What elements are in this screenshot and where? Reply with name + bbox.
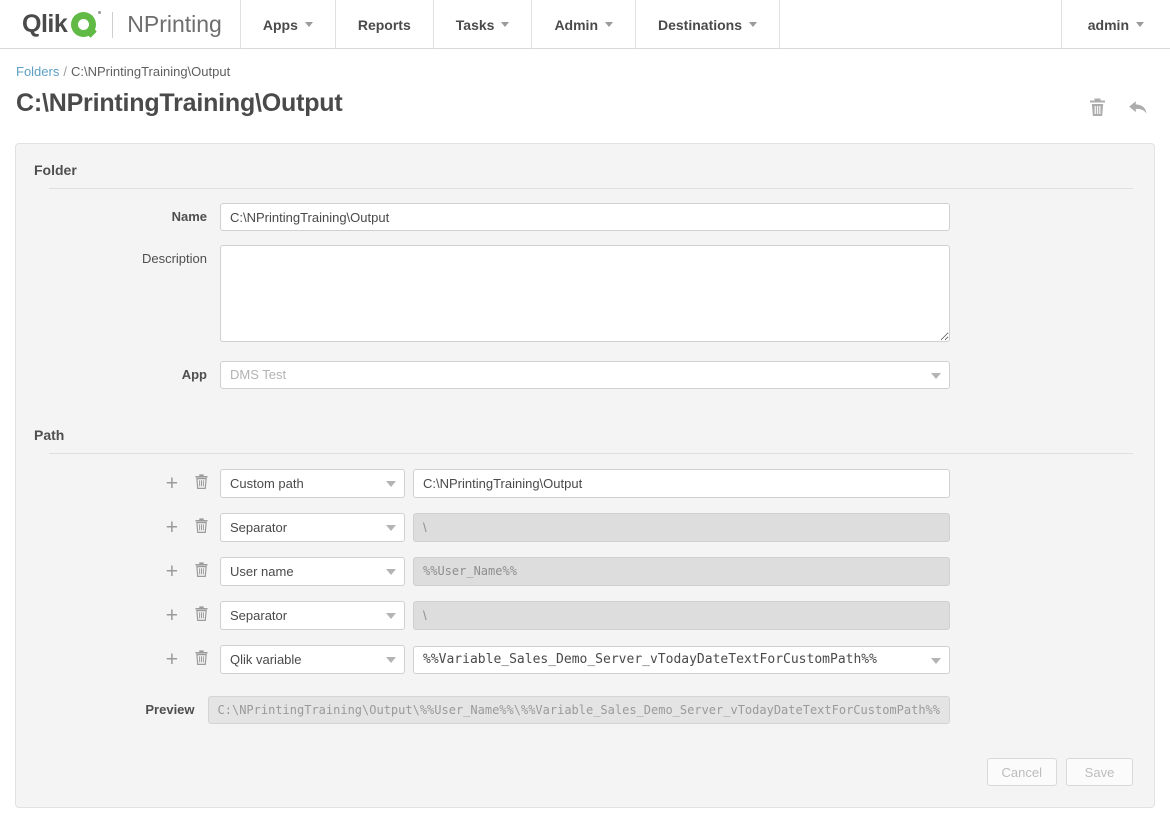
add-path-part-icon[interactable]: + <box>166 473 178 494</box>
name-input[interactable] <box>220 203 950 231</box>
path-value-readonly: \ <box>413 601 950 630</box>
field-row-app: App DMS Test <box>16 347 1154 389</box>
path-type-value: Separator <box>220 513 405 542</box>
path-type-select[interactable]: Separator <box>220 513 405 542</box>
name-label: Name <box>171 209 207 224</box>
path-row: + Separator \ <box>16 498 1154 542</box>
delete-path-part-icon[interactable] <box>195 649 208 670</box>
delete-path-part-icon[interactable] <box>195 561 208 582</box>
path-row: + Separator \ <box>16 586 1154 630</box>
path-variable-select[interactable]: %%Variable_Sales_Demo_Server_vTodayDateT… <box>413 645 950 674</box>
undo-icon[interactable] <box>1128 99 1148 122</box>
chevron-down-icon <box>304 22 313 27</box>
path-section-title: Path <box>34 427 65 443</box>
field-row-name: Name <box>16 189 1154 231</box>
cancel-button[interactable]: Cancel <box>986 758 1057 786</box>
path-type-value: User name <box>220 557 405 586</box>
path-variable-value: %%Variable_Sales_Demo_Server_vTodayDateT… <box>413 645 950 674</box>
nav-item-admin[interactable]: Admin <box>532 0 636 49</box>
user-menu[interactable]: admin <box>1062 0 1170 49</box>
path-type-value: Qlik variable <box>220 645 405 674</box>
delete-path-part-icon[interactable] <box>195 517 208 538</box>
path-row-actions: + <box>16 561 220 582</box>
path-value-readonly: \ <box>413 513 950 542</box>
description-label: Description <box>141 251 207 266</box>
nav-item-apps-label: Apps <box>262 16 298 33</box>
delete-icon[interactable] <box>1089 98 1106 122</box>
folder-detail-panel: Folder Name Description App DMS Test Pat… <box>15 143 1155 808</box>
qlik-wordmark: Qlik <box>22 10 68 38</box>
nav-item-tasks-label: Tasks <box>455 16 495 33</box>
nav-item-apps[interactable]: Apps <box>241 0 336 49</box>
product-name: NPrinting <box>127 11 222 37</box>
preview-row: Preview C:\NPrintingTraining\Output\%%Us… <box>16 674 1154 724</box>
page-header: C:\NPrintingTraining\Output <box>0 79 1170 122</box>
path-row: + Custom path <box>16 454 1154 498</box>
path-row: + Qlik variable %%Variable_Sales_Demo_Se… <box>16 630 1154 674</box>
nav-item-reports[interactable]: Reports <box>336 0 434 49</box>
chevron-down-icon <box>1136 22 1144 27</box>
chevron-down-icon <box>605 22 613 27</box>
description-textarea[interactable] <box>220 245 950 342</box>
path-type-select[interactable]: User name <box>220 557 405 586</box>
app-select-value: DMS Test <box>220 361 950 389</box>
form-actions: Cancel Save <box>16 724 1154 786</box>
nav-item-admin-label: Admin <box>554 16 598 33</box>
add-path-part-icon[interactable]: + <box>166 517 178 538</box>
field-row-description: Description <box>16 231 1154 347</box>
nav-item-destinations-label: Destinations <box>658 16 743 33</box>
nav-item-reports-label: Reports <box>357 16 411 33</box>
app-select[interactable]: DMS Test <box>220 361 950 389</box>
path-row-actions: + <box>16 605 220 626</box>
path-row-actions: + <box>16 517 220 538</box>
add-path-part-icon[interactable]: + <box>166 649 178 670</box>
preview-value: C:\NPrintingTraining\Output\%%User_Name%… <box>207 696 950 724</box>
path-value-input[interactable] <box>413 469 950 498</box>
folder-section-title: Folder <box>34 162 77 178</box>
breadcrumb: Folders / C:\NPrintingTraining\Output <box>0 49 1170 79</box>
top-navigation-bar: Qlik NPrinting Apps Reports Tasks Admin … <box>0 0 1170 49</box>
path-type-select[interactable]: Qlik variable <box>220 645 405 674</box>
path-type-value: Separator <box>220 601 405 630</box>
chevron-down-icon <box>749 22 758 27</box>
add-path-part-icon[interactable]: + <box>166 605 178 626</box>
nav-item-destinations[interactable]: Destinations <box>636 0 781 49</box>
brand-divider <box>112 11 114 38</box>
qlik-q-logo-icon <box>71 11 102 38</box>
breadcrumb-current: C:\NPrintingTraining\Output <box>70 64 231 79</box>
save-button[interactable]: Save <box>1066 758 1133 786</box>
path-type-value: Custom path <box>220 469 405 498</box>
chevron-down-icon <box>501 22 510 27</box>
path-row: + User name %%User_Name%% <box>16 542 1154 586</box>
path-type-select[interactable]: Custom path <box>220 469 405 498</box>
delete-path-part-icon[interactable] <box>195 605 208 626</box>
path-row-actions: + <box>16 473 220 494</box>
brand-logo[interactable]: Qlik NPrinting <box>0 0 241 49</box>
breadcrumb-link-folders[interactable]: Folders <box>16 64 59 79</box>
app-label: App <box>181 367 207 382</box>
nav-item-tasks[interactable]: Tasks <box>434 0 533 49</box>
delete-path-part-icon[interactable] <box>195 473 208 494</box>
user-menu-label: admin <box>1087 16 1129 33</box>
page-title: C:\NPrintingTraining\Output <box>16 89 343 117</box>
page-action-icons <box>1089 89 1154 122</box>
add-path-part-icon[interactable]: + <box>166 561 178 582</box>
path-type-select[interactable]: Separator <box>220 601 405 630</box>
nav-spacer <box>780 0 1062 48</box>
preview-label: Preview <box>145 702 195 717</box>
path-value-readonly: %%User_Name%% <box>413 557 950 586</box>
path-row-actions: + <box>16 649 220 670</box>
breadcrumb-separator: / <box>63 64 67 79</box>
